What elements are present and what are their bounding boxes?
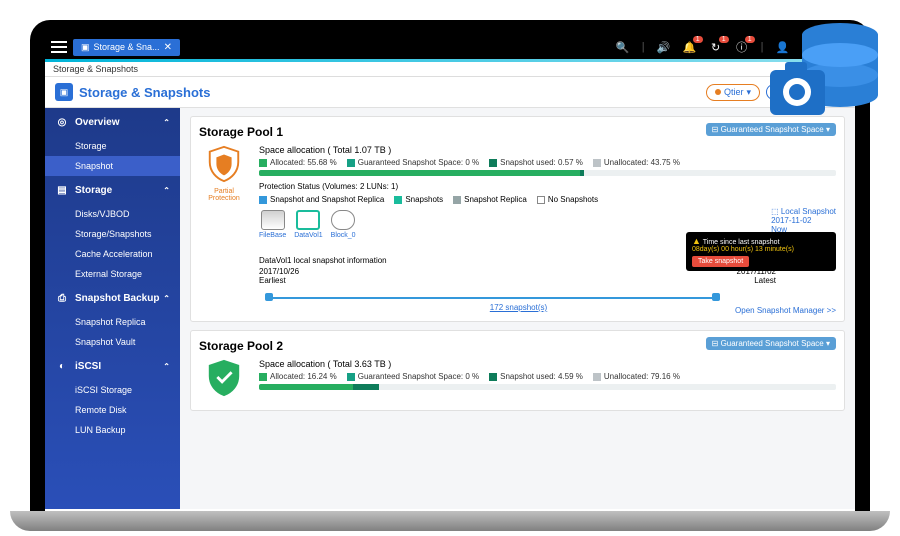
allocation-legend: Allocated: 55.68 % Guaranteed Snapshot S… [259,158,836,167]
app-screen: ▣ Storage & Sna... ✕ 🔍 | 🔊 🔔1 ↻1 ⓘ1 | 👤 … [45,35,855,516]
search-icon[interactable]: 🔍 [616,40,630,54]
floating-storage-icon [750,0,890,140]
shield-icon [205,145,243,183]
close-icon[interactable]: ✕ [164,42,172,53]
device-datavol1[interactable]: DataVol1 [294,210,322,239]
device-block0[interactable]: Block_0 [331,210,356,239]
shield-icon [205,359,243,397]
allocation-legend: Allocated: 16.24 % Guaranteed Snapshot S… [259,372,836,381]
topbar: ▣ Storage & Sna... ✕ 🔍 | 🔊 🔔1 ↻1 ⓘ1 | 👤 … [45,35,855,59]
sidebar-item-remote-disk[interactable]: Remote Disk [45,400,180,420]
protection-shield-col [199,359,249,402]
snapshot-warning: ▲ Time since last snapshot 08day(s) 00 h… [686,232,836,271]
sidebar-item-vault[interactable]: Snapshot Vault [45,332,180,352]
chevron-up-icon: ⌃ [163,186,170,195]
refresh-icon[interactable]: ↻1 [709,40,723,54]
page-title: Storage & Snapshots [79,85,210,100]
menu-icon[interactable] [51,41,67,53]
storage-pool-2-card: Storage Pool 2 ⊟ Guaranteed Snapshot Spa… [190,330,845,411]
chevron-up-icon: ⌃ [163,118,170,127]
content-area: Storage Pool 1 ⊟ Guaranteed Snapshot Spa… [180,108,855,509]
main-body: ◎Overview⌃ Storage Snapshot ▤Storage⌃ Di… [45,108,855,509]
separator: | [642,41,645,53]
notification-icon[interactable]: 🔔1 [683,40,697,54]
sidebar-section-iscsi[interactable]: ◐iSCSI⌃ [45,352,180,380]
sidebar-section-storage[interactable]: ▤Storage⌃ [45,176,180,204]
overview-icon: ◎ [55,115,69,129]
warning-icon: ▲ [692,236,701,246]
storage-icon: ▤ [55,183,69,197]
local-snapshot-label: Local Snapshot2017-11-02Now [771,207,836,234]
chevron-up-icon: ⌃ [163,362,170,371]
window-tab[interactable]: ▣ Storage & Sna... ✕ [73,39,180,56]
iscsi-icon: ◐ [55,359,69,373]
sidebar: ◎Overview⌃ Storage Snapshot ▤Storage⌃ Di… [45,108,180,509]
sidebar-item-replica[interactable]: Snapshot Replica [45,312,180,332]
sidebar-item-storage-snapshots[interactable]: Storage/Snapshots [45,224,180,244]
storage-pool-1-card: Storage Pool 1 ⊟ Guaranteed Snapshot Spa… [190,116,845,322]
sidebar-item-storage[interactable]: Storage [45,136,180,156]
earliest-col: 2017/10/26Earliest [259,267,299,285]
protection-legend: Snapshot and Snapshot Replica Snapshots … [259,195,836,204]
sidebar-item-lun-backup[interactable]: LUN Backup [45,420,180,440]
open-snapshot-manager-link[interactable]: Open Snapshot Manager >> [735,306,836,315]
laptop-frame: ▣ Storage & Sna... ✕ 🔍 | 🔊 🔔1 ↻1 ⓘ1 | 👤 … [30,20,870,516]
tab-storage-icon: ▣ [81,42,90,53]
sidebar-item-snapshot[interactable]: Snapshot [45,156,180,176]
sidebar-section-overview[interactable]: ◎Overview⌃ [45,108,180,136]
protection-shield-col: Partial Protection [199,145,249,313]
sidebar-item-external[interactable]: External Storage [45,264,180,284]
allocation-title: Space allocation ( Total 3.63 TB ) [259,359,836,369]
sidebar-item-iscsi-storage[interactable]: iSCSI Storage [45,380,180,400]
tab-label: Storage & Sna... [94,42,160,52]
allocation-bar [259,384,836,390]
allocation-bar [259,170,836,176]
breadcrumb: Storage & Snapshots [45,62,855,77]
storage-icon: ▣ [55,83,73,101]
guaranteed-snapshot-space-button[interactable]: ⊟ Guaranteed Snapshot Space ▾ [706,337,836,350]
sidebar-item-cache[interactable]: Cache Acceleration [45,244,180,264]
volume-icon[interactable]: 🔊 [657,40,671,54]
sidebar-item-disks[interactable]: Disks/VJBOD [45,204,180,224]
laptop-base [10,511,890,531]
allocation-title: Space allocation ( Total 1.07 TB ) [259,145,836,155]
camera-icon: ⎙ [55,291,69,305]
info-icon[interactable]: ⓘ1 [735,40,749,54]
protection-status: Protection Status (Volumes: 2 LUNs: 1) [259,182,836,191]
device-filebase[interactable]: FileBase [259,210,286,239]
chevron-up-icon: ⌃ [163,294,170,303]
sidebar-section-snapshot-backup[interactable]: ⎙Snapshot Backup⌃ [45,284,180,312]
page-header: ▣ Storage & Snapshots Qtier ▾ VJBOD ⟳ [45,77,855,108]
snapshot-count-link[interactable]: 172 snapshot(s) [490,303,547,312]
take-snapshot-button[interactable]: Take snapshot [692,256,749,267]
warning-time: 08day(s) 00 hour(s) 13 minute(s) [692,246,794,253]
shield-label: Partial Protection [199,188,249,202]
